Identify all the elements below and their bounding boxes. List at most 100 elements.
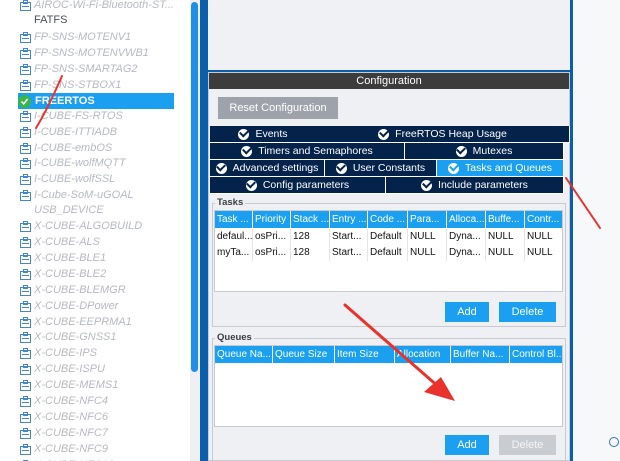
delete-task-button[interactable]: Delete: [499, 302, 556, 322]
tasks-column-header[interactable]: Priority: [253, 211, 291, 228]
tree-item[interactable]: X-CUBE-NFC7: [0, 425, 190, 441]
tab-freertos-heap-usage[interactable]: FreeRTOS Heap Usage: [316, 126, 570, 143]
queues-column-header[interactable]: Control Bl...: [510, 346, 562, 363]
tree-item[interactable]: X-CUBE-BLE1: [0, 250, 190, 266]
package-icon: [20, 252, 31, 264]
tasks-column-header[interactable]: Code ...: [368, 211, 408, 228]
tree-item[interactable]: USB_DEVICE: [0, 202, 190, 218]
tab-label: Advanced settings: [232, 162, 319, 174]
table-cell: Default: [368, 229, 408, 245]
tasks-table: Task ... Priority Stack ... Entry ... Code .…: [214, 210, 563, 292]
tab-config-parameters[interactable]: Config parameters: [210, 177, 386, 194]
tree-item-label: I-CUBE-ITTIADB: [34, 126, 118, 138]
tree-item[interactable]: FP-SNS-MOTENV1: [0, 29, 190, 45]
tab-user-constants[interactable]: User Constants: [325, 160, 437, 177]
tasks-column-header[interactable]: Para...: [408, 211, 447, 228]
table-row[interactable]: defaul... osPri... 128 Start... Default NULL D…: [215, 229, 562, 245]
package-icon: [20, 236, 31, 248]
tasks-column-header[interactable]: Buffe...: [486, 211, 525, 228]
tab-tasks-and-queues[interactable]: Tasks and Queues: [437, 160, 564, 177]
tree-item[interactable]: X-CUBE-BLE2: [0, 266, 190, 282]
table-cell: NULL: [486, 229, 525, 245]
tree-item[interactable]: FREERTOS: [18, 93, 174, 109]
package-icon: [20, 331, 31, 343]
tree-item[interactable]: X-CUBE-BLEMGR: [0, 282, 190, 298]
package-icon: [20, 189, 31, 201]
tasks-group-label: Tasks: [215, 197, 246, 208]
package-icon: [20, 126, 31, 138]
tree-item[interactable]: X-CUBE-ALGOBUILD: [0, 218, 190, 234]
tab-timers-and-semaphores[interactable]: Timers and Semaphores: [210, 143, 405, 160]
tree-item[interactable]: X-CUBE-IPS: [0, 345, 190, 361]
package-icon: [20, 316, 31, 328]
tasks-column-header[interactable]: Entry ...: [330, 211, 368, 228]
tree-item[interactable]: FP-SNS-MOTENVWB1: [0, 45, 190, 61]
tree-item[interactable]: X-CUBE-GNSS1: [0, 329, 190, 345]
tree-item-label: I-CUBE-embOS: [34, 142, 113, 154]
add-queue-button[interactable]: Add: [445, 435, 489, 455]
package-icon: [20, 220, 31, 232]
status-ok-icon: [241, 145, 253, 157]
tab-label: User Constants: [352, 162, 426, 174]
tree-item-label: X-CUBE-GNSS1: [34, 331, 117, 343]
tree-item-label: USB_DEVICE: [34, 204, 104, 216]
tree-item-label: X-CUBE-BLE1: [34, 252, 107, 264]
add-task-button[interactable]: Add: [445, 302, 489, 322]
tree-item[interactable]: X-CUBE-ISPU: [0, 361, 190, 377]
table-row[interactable]: myTa... osPri... 128 Start... Default NULL Dyn…: [215, 245, 562, 261]
queues-column-header[interactable]: Queue Size: [273, 346, 335, 363]
tree-item[interactable]: X-CUBE-NFC9: [0, 441, 190, 457]
tree-item[interactable]: I-CUBE-ITTIADB: [0, 124, 190, 140]
tree-item-label: AIROC-Wi-Fi-Bluetooth-ST...: [34, 0, 175, 11]
tree-item[interactable]: I-Cube-SoM-uGOAL: [0, 187, 190, 203]
tree-scrollbar[interactable]: [190, 0, 200, 461]
tab-label: Include parameters: [438, 179, 528, 191]
package-icon: [20, 443, 31, 455]
tree-item-label: X-CUBE-ISPU: [34, 363, 105, 375]
package-icon: [20, 347, 31, 359]
tab-advanced-settings[interactable]: Advanced settings: [210, 160, 325, 177]
tasks-column-header[interactable]: Contr...: [525, 211, 562, 228]
tree-item[interactable]: X-CUBE-EEPRMA1: [0, 314, 190, 330]
package-icon: [20, 284, 31, 296]
tab-label: Events: [255, 128, 288, 140]
tree-item[interactable]: FATFS: [0, 12, 190, 28]
tasks-column-header[interactable]: Stack ...: [291, 211, 330, 228]
configuration-panel: Configuration Reset Configuration Events…: [208, 72, 570, 461]
queues-group-label: Queues: [215, 332, 254, 343]
delete-queue-button[interactable]: Delete: [499, 435, 556, 455]
package-icon: [20, 0, 31, 11]
queues-table: Queue Na... Queue Size Item Size Allocation…: [214, 345, 563, 427]
package-icon: [20, 411, 31, 423]
tree-item[interactable]: FP-SNS-STBOX1: [0, 77, 190, 93]
tree-item[interactable]: FP-SNS-SMARTAG2: [0, 61, 190, 77]
table-cell: NULL: [525, 245, 562, 261]
tree-item[interactable]: X-CUBE-DPower: [0, 298, 190, 314]
queues-column-header[interactable]: Buffer Na...: [451, 346, 510, 363]
table-cell: defaul...: [215, 229, 253, 245]
tree-item[interactable]: X-CUBE-MEMS1: [0, 377, 190, 393]
tree-item[interactable]: I-CUBE-embOS: [0, 140, 190, 156]
tab-mutexes[interactable]: Mutexes: [405, 143, 564, 160]
queues-column-header[interactable]: Item Size: [335, 346, 395, 363]
tree-scrollbar-thumb[interactable]: [191, 2, 198, 372]
tree-item[interactable]: X-CUBE-NFC4: [0, 393, 190, 409]
tasks-column-header[interactable]: Alloca...: [447, 211, 486, 228]
queues-column-header[interactable]: Queue Na...: [215, 346, 273, 363]
tree-item[interactable]: I-CUBE-wolfSSL: [0, 171, 190, 187]
tree-item[interactable]: X-CUBE-NFC6: [0, 409, 190, 425]
help-icon[interactable]: [609, 437, 619, 447]
tree-item[interactable]: X-CUBE-NFC10: [0, 457, 190, 461]
tree-item[interactable]: X-CUBE-ALS: [0, 234, 190, 250]
tab-include-parameters[interactable]: Include parameters: [386, 177, 564, 194]
tree-item[interactable]: I-CUBE-FS-RTOS: [0, 108, 190, 124]
package-icon: [20, 268, 31, 280]
tree-item[interactable]: I-CUBE-wolfMQTT: [0, 155, 190, 171]
package-icon: [20, 363, 31, 375]
queues-column-header[interactable]: Allocation: [395, 346, 451, 363]
tasks-column-header[interactable]: Task ...: [215, 211, 253, 228]
table-cell: NULL: [408, 229, 447, 245]
tab-label: Config parameters: [262, 179, 350, 191]
tab-events[interactable]: Events: [210, 126, 317, 143]
reset-configuration-button[interactable]: Reset Configuration: [218, 97, 338, 119]
